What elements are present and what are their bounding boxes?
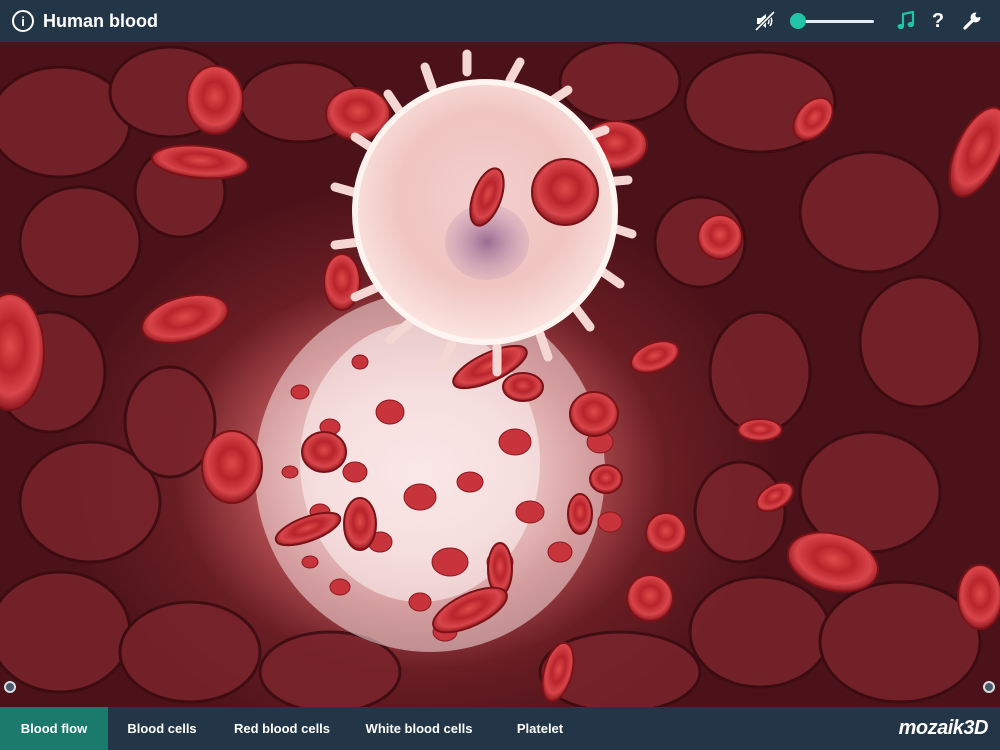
page-title: Human blood <box>43 10 158 31</box>
mozaik3d-logo: mozaik3D <box>898 717 989 739</box>
info-button[interactable]: i <box>12 10 34 32</box>
help-button[interactable]: ? <box>930 10 946 33</box>
wrench-icon[interactable] <box>962 11 982 31</box>
scene-scroll-right-handle[interactable] <box>983 681 995 693</box>
tab-blood-flow[interactable]: Blood flow <box>0 707 108 750</box>
tab-red-blood-cells[interactable]: Red blood cells <box>216 707 348 750</box>
tab-blood-cells[interactable]: Blood cells <box>108 707 216 750</box>
volume-slider[interactable] <box>790 10 874 32</box>
top-bar: i Human blood ? <box>0 0 1000 42</box>
blood-vessel-scene[interactable] <box>0 42 1000 707</box>
app-window: i Human blood ? Blood flow Blood cells R… <box>0 0 1000 750</box>
info-icon: i <box>21 13 25 29</box>
tab-white-blood-cells[interactable]: White blood cells <box>348 707 490 750</box>
help-icon: ? <box>931 9 945 32</box>
toolbar-right: ? <box>754 0 1000 42</box>
bottom-tab-bar: Blood flow Blood cells Red blood cells W… <box>0 707 1000 750</box>
scene-scroll-left-handle[interactable] <box>4 681 16 693</box>
music-icon[interactable] <box>896 10 916 32</box>
tab-platelet[interactable]: Platelet <box>490 707 590 750</box>
blood-vessel-illustration <box>0 42 1000 707</box>
volume-slider-handle[interactable] <box>790 13 806 29</box>
mute-icon[interactable] <box>754 10 776 32</box>
